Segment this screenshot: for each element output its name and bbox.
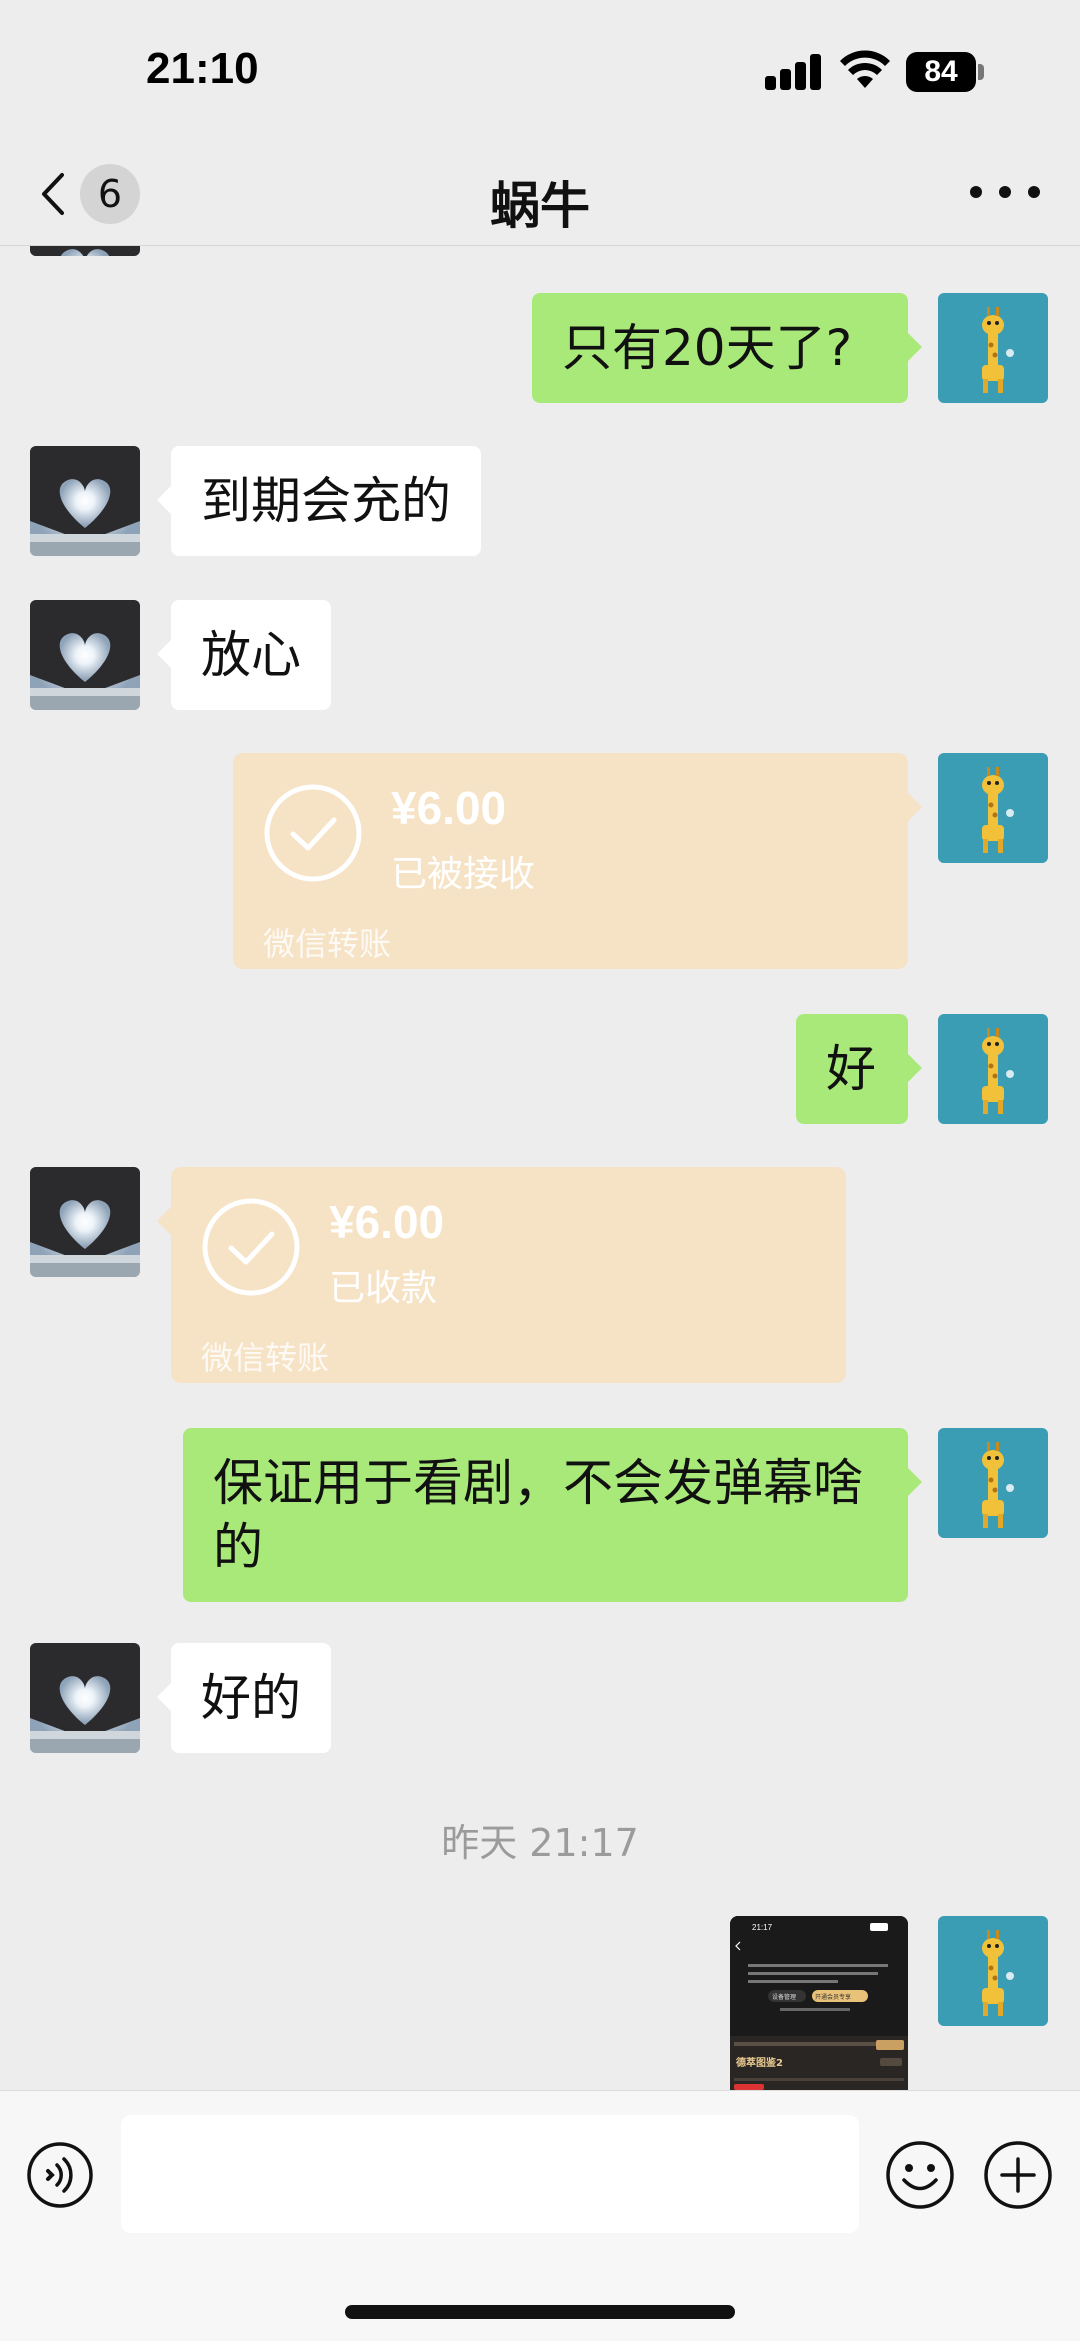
- thumb-button-1: 设备管理: [772, 1993, 796, 2001]
- sent-message[interactable]: 好: [796, 1014, 922, 1124]
- thumb-time: 21:17: [752, 1923, 773, 1932]
- screenshot-thumbnail: 21:17 设备管理 开通会员专享 德萃图鉴2: [730, 1916, 908, 2090]
- transfer-card[interactable]: ¥6.00 已被接收 微信转账: [233, 753, 922, 969]
- my-avatar[interactable]: [938, 1428, 1048, 1538]
- ellipsis-icon: [970, 186, 982, 198]
- wifi-icon: [840, 50, 890, 88]
- status-time: 21:10: [146, 44, 259, 93]
- contact-avatar[interactable]: [30, 600, 140, 710]
- my-avatar[interactable]: [938, 1916, 1048, 2026]
- home-indicator: [345, 2305, 735, 2319]
- more-options-button[interactable]: [970, 172, 1040, 212]
- message-list[interactable]: 只有20天了? 到期会充的 放心 ¥6.00 已被接收 微信转账 好 ¥6.00…: [0, 246, 1080, 2090]
- thumb-title: 德萃图鉴2: [735, 2056, 783, 2069]
- battery-icon: 84: [906, 52, 984, 92]
- heart-hands-image: [30, 446, 140, 556]
- transfer-label: 微信转账: [263, 925, 392, 963]
- transfer-label: 微信转账: [201, 1339, 330, 1377]
- contact-avatar[interactable]: [30, 246, 140, 256]
- battery-level: 84: [924, 55, 958, 88]
- heart-hands-image: [30, 1643, 140, 1753]
- received-message[interactable]: 放心: [157, 600, 331, 710]
- sent-message[interactable]: 只有20天了?: [532, 293, 922, 403]
- my-avatar[interactable]: [938, 1014, 1048, 1124]
- received-message[interactable]: 到期会充的: [157, 446, 481, 556]
- screenshot-image-message[interactable]: 21:17 设备管理 开通会员专享 德萃图鉴2: [730, 1916, 908, 2090]
- signal-icon: [765, 54, 823, 90]
- heart-hands-image: [30, 1167, 140, 1277]
- transfer-amount: ¥6.00: [391, 782, 507, 834]
- giraffe-avatar-image: [938, 1014, 1048, 1124]
- giraffe-avatar-image: [938, 293, 1048, 403]
- voice-icon[interactable]: [26, 2141, 94, 2209]
- transfer-card[interactable]: ¥6.00 已收款 微信转账: [157, 1167, 846, 1383]
- heart-hands-image: [30, 600, 140, 710]
- transfer-amount: ¥6.00: [329, 1196, 445, 1248]
- giraffe-avatar-image: [938, 753, 1048, 863]
- message-timestamp: 昨天 21:17: [441, 1821, 639, 1865]
- thumb-button-2: 开通会员专享: [815, 1993, 851, 2001]
- giraffe-avatar-image: [938, 1916, 1048, 2026]
- heart-hands-image: [30, 246, 140, 256]
- input-bar: [0, 2090, 1080, 2341]
- contact-avatar[interactable]: [30, 1167, 140, 1277]
- unread-count-badge: 6: [80, 164, 140, 224]
- giraffe-avatar-image: [938, 1428, 1048, 1538]
- transfer-status: 已收款: [329, 1268, 438, 1309]
- emoji-icon[interactable]: [884, 2139, 956, 2211]
- chat-header: 6 蜗牛: [0, 140, 1080, 246]
- check-circle-icon: [202, 1198, 300, 1296]
- received-message[interactable]: 好的: [157, 1643, 331, 1753]
- sent-message[interactable]: 保证用于看剧，不会发弹幕啥的: [183, 1428, 922, 1602]
- contact-avatar[interactable]: [30, 446, 140, 556]
- transfer-status: 已被接收: [391, 854, 536, 895]
- contact-avatar[interactable]: [30, 1643, 140, 1753]
- plus-icon[interactable]: [982, 2139, 1054, 2211]
- chevron-left-icon: [42, 173, 64, 215]
- back-button[interactable]: 6: [30, 158, 150, 228]
- chat-title: 蜗牛: [490, 177, 590, 235]
- my-avatar[interactable]: [938, 293, 1048, 403]
- check-circle-icon: [264, 784, 362, 882]
- my-avatar[interactable]: [938, 753, 1048, 863]
- status-bar: 21:10 84: [0, 0, 1080, 140]
- message-input[interactable]: [121, 2115, 859, 2233]
